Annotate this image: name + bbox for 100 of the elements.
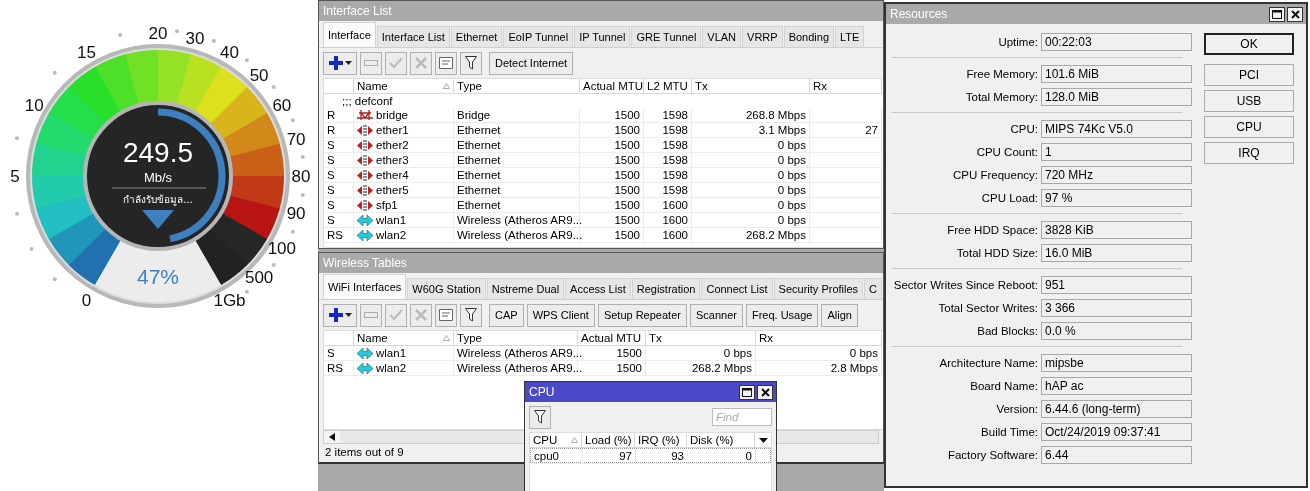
table-cell: 0 bps [646, 346, 756, 361]
table-cell: 0 bps [692, 153, 810, 168]
table-cell: Bridge [454, 108, 580, 123]
table-cell: 1598 [644, 183, 692, 198]
field-label: Uptime: [997, 35, 1038, 48]
table-cell: S [324, 213, 354, 228]
field-label: Bad Blocks: [976, 324, 1038, 337]
scale-label: 70 [286, 130, 306, 149]
table-cell: Ethernet [454, 198, 580, 213]
field-label: CPU Frequency: [952, 168, 1038, 181]
field-label: Build Time: [980, 425, 1038, 438]
table-cell: 0 bps [756, 346, 882, 361]
table-cell: R [324, 108, 354, 123]
field-label: Total Memory: [964, 90, 1038, 103]
window-title: Resources [890, 7, 948, 21]
table-cell: 1600 [644, 198, 692, 213]
value-field: hAP ac [1041, 376, 1192, 395]
table-cell: 1598 [644, 153, 692, 168]
table-cell: Ethernet [454, 138, 580, 153]
scale-label: 10 [24, 95, 44, 115]
value-field: 0.0 % [1041, 321, 1192, 340]
table-cell: 1500 [580, 228, 644, 243]
value-field: 6.44.6 (long-term) [1041, 399, 1192, 418]
table-cell: S [324, 138, 354, 153]
value-field: 6.44 [1041, 445, 1192, 464]
table-cell: Ethernet [454, 168, 580, 183]
interface-name: ether1 [376, 123, 409, 137]
table-cell: 0 bps [692, 198, 810, 213]
table-cell: 1500 [580, 153, 644, 168]
scale-label: 60 [272, 95, 292, 115]
table-cell: 0 bps [692, 213, 810, 228]
percent-text: 47% [137, 265, 179, 288]
scale-label: 0 [81, 290, 92, 310]
table-cell: cpu0 [531, 449, 583, 464]
scale-label: 15 [77, 43, 96, 63]
table-cell: Wireless (Atheros AR9... [454, 228, 580, 243]
table-cell: 1500 [580, 123, 644, 138]
value-field: 720 MHz [1041, 165, 1192, 184]
field-label: CPU Load: [980, 191, 1038, 204]
value-field: 951 [1041, 275, 1192, 294]
status-text: 2 items out of 9 [325, 446, 404, 460]
scale-label: 30 [185, 28, 205, 48]
field-label: Total HDD Size: [955, 246, 1038, 259]
field-label: Version: [995, 402, 1038, 415]
scale-label: 1Gb [213, 290, 246, 310]
table-cell: 1598 [644, 168, 692, 183]
table-cell: RS [324, 228, 354, 243]
table-cell: Wireless (Atheros AR9... [454, 213, 580, 228]
field-label: Sector Writes Since Reboot: [892, 278, 1038, 291]
table-cell: 1500 [580, 168, 644, 183]
table-cell: 0 [688, 449, 756, 464]
field-label: Factory Software: [946, 448, 1038, 461]
table-cell: 1500 [580, 213, 644, 228]
table-cell: 1500 [580, 183, 644, 198]
table-cell: S [324, 183, 354, 198]
table-cell: 0 bps [692, 168, 810, 183]
field-label: Total Sector Writes: [937, 301, 1038, 314]
interface-name: wlan2 [376, 228, 407, 242]
group-comment: ;;; defconf [341, 94, 394, 108]
table-cell: 1500 [580, 198, 644, 213]
scale-label: 5 [10, 167, 20, 186]
value-field: 3828 KiB [1041, 220, 1192, 239]
table-cell: 2.8 Mbps [756, 361, 882, 376]
table-cell: S [324, 168, 354, 183]
scale-label: 90 [286, 204, 306, 223]
table-cell: 268.2 Mbps [646, 361, 756, 376]
table-cell: Ethernet [454, 123, 580, 138]
field-label: Architecture Name: [938, 356, 1038, 369]
value-field: mipsbe [1041, 353, 1192, 372]
speed-value: 249.5 [122, 137, 194, 168]
interface-name: ether3 [376, 153, 409, 167]
scale-label: 50 [249, 65, 269, 85]
table-cell: 1600 [644, 228, 692, 243]
table-cell: 0 bps [692, 138, 810, 153]
table-cell: 27 [810, 123, 882, 138]
window-title: Wireless Tables [323, 256, 407, 270]
table-cell: 3.1 Mbps [692, 123, 810, 138]
table-cell: S [324, 198, 354, 213]
table-cell: 268.2 Mbps [692, 228, 810, 243]
field-label: CPU Count: [975, 145, 1038, 158]
field-label: CPU: [1009, 122, 1038, 135]
table-cell: 93 [636, 449, 688, 464]
value-field: 128.0 MiB [1041, 87, 1192, 106]
table-cell: R [324, 123, 354, 138]
table-cell: S [324, 153, 354, 168]
value-field: 97 % [1041, 188, 1192, 207]
scale-label: 100 [267, 238, 297, 258]
interface-name: bridge [376, 108, 408, 122]
scale-label: 20 [148, 24, 168, 43]
table-cell: S [324, 346, 354, 361]
table-cell: 1600 [644, 213, 692, 228]
field-label: Free Memory: [965, 67, 1038, 80]
value-field: MIPS 74Kc V5.0 [1041, 119, 1192, 138]
value-field: 3 366 [1041, 298, 1192, 317]
value-field: 16.0 MiB [1041, 243, 1192, 262]
value-field: Oct/24/2019 09:37:41 [1041, 422, 1192, 441]
table-cell: 97 [583, 449, 636, 464]
interface-name: wlan2 [376, 361, 407, 375]
table-cell: 1500 [580, 138, 644, 153]
speed-unit: Mb/s [143, 170, 173, 185]
